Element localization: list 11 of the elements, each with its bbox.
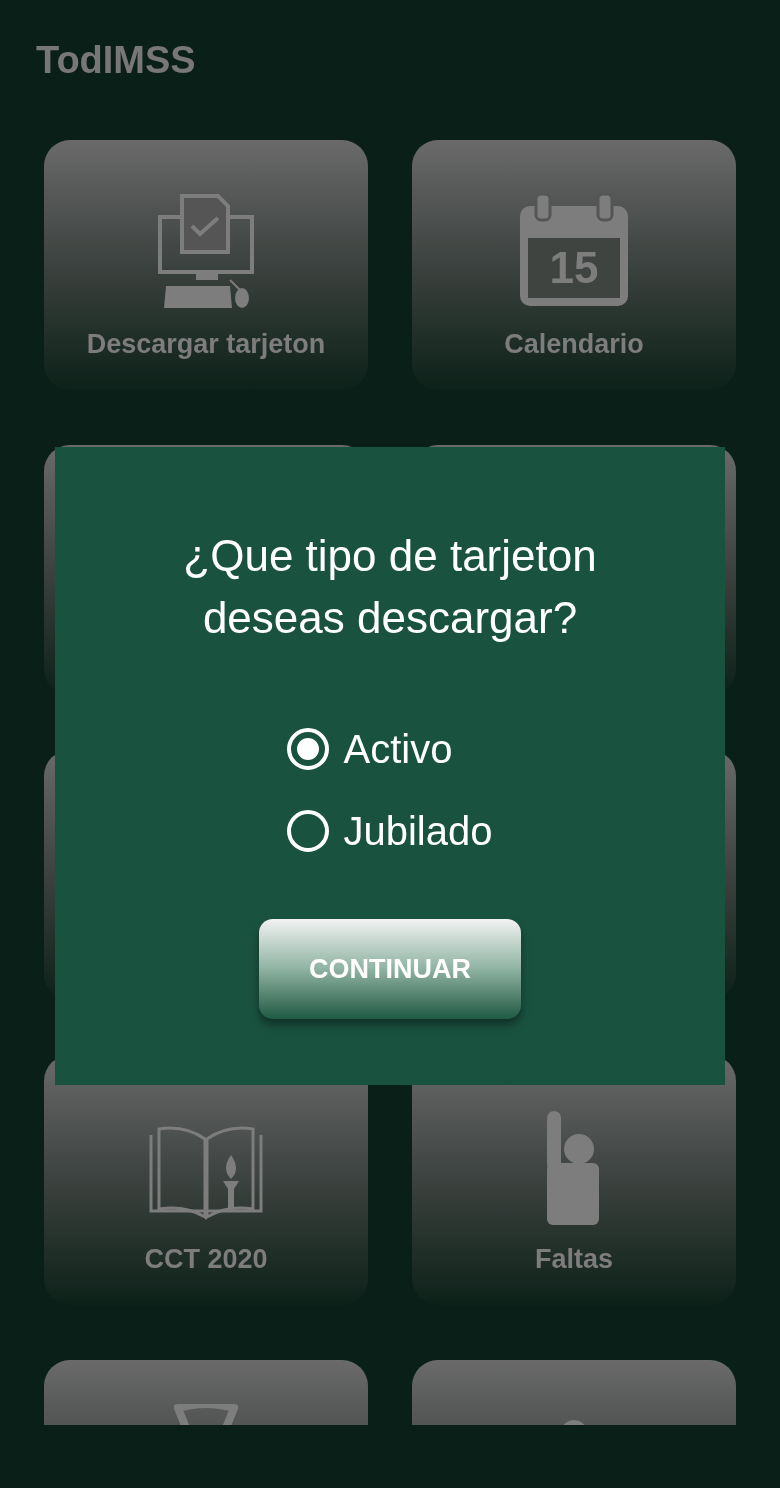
radio-option[interactable]: Jubilado <box>287 801 493 861</box>
tile-label: Descargar tarjeton <box>86 328 326 361</box>
option-label: Jubilado <box>343 808 493 855</box>
dialog-title: ¿Que tipo de tarjeton deseas descargar? <box>182 530 598 644</box>
option-label: Activo <box>343 726 453 773</box>
app-title: TodIMSS <box>36 37 196 83</box>
tile-label: CCT 2020 <box>144 1243 268 1276</box>
tile-label: Calendario <box>504 328 644 361</box>
tile-label: Faltas <box>534 1243 613 1276</box>
radio-option[interactable]: Activo <box>287 719 493 779</box>
continue-button[interactable]: CONTINUAR <box>259 919 521 1019</box>
